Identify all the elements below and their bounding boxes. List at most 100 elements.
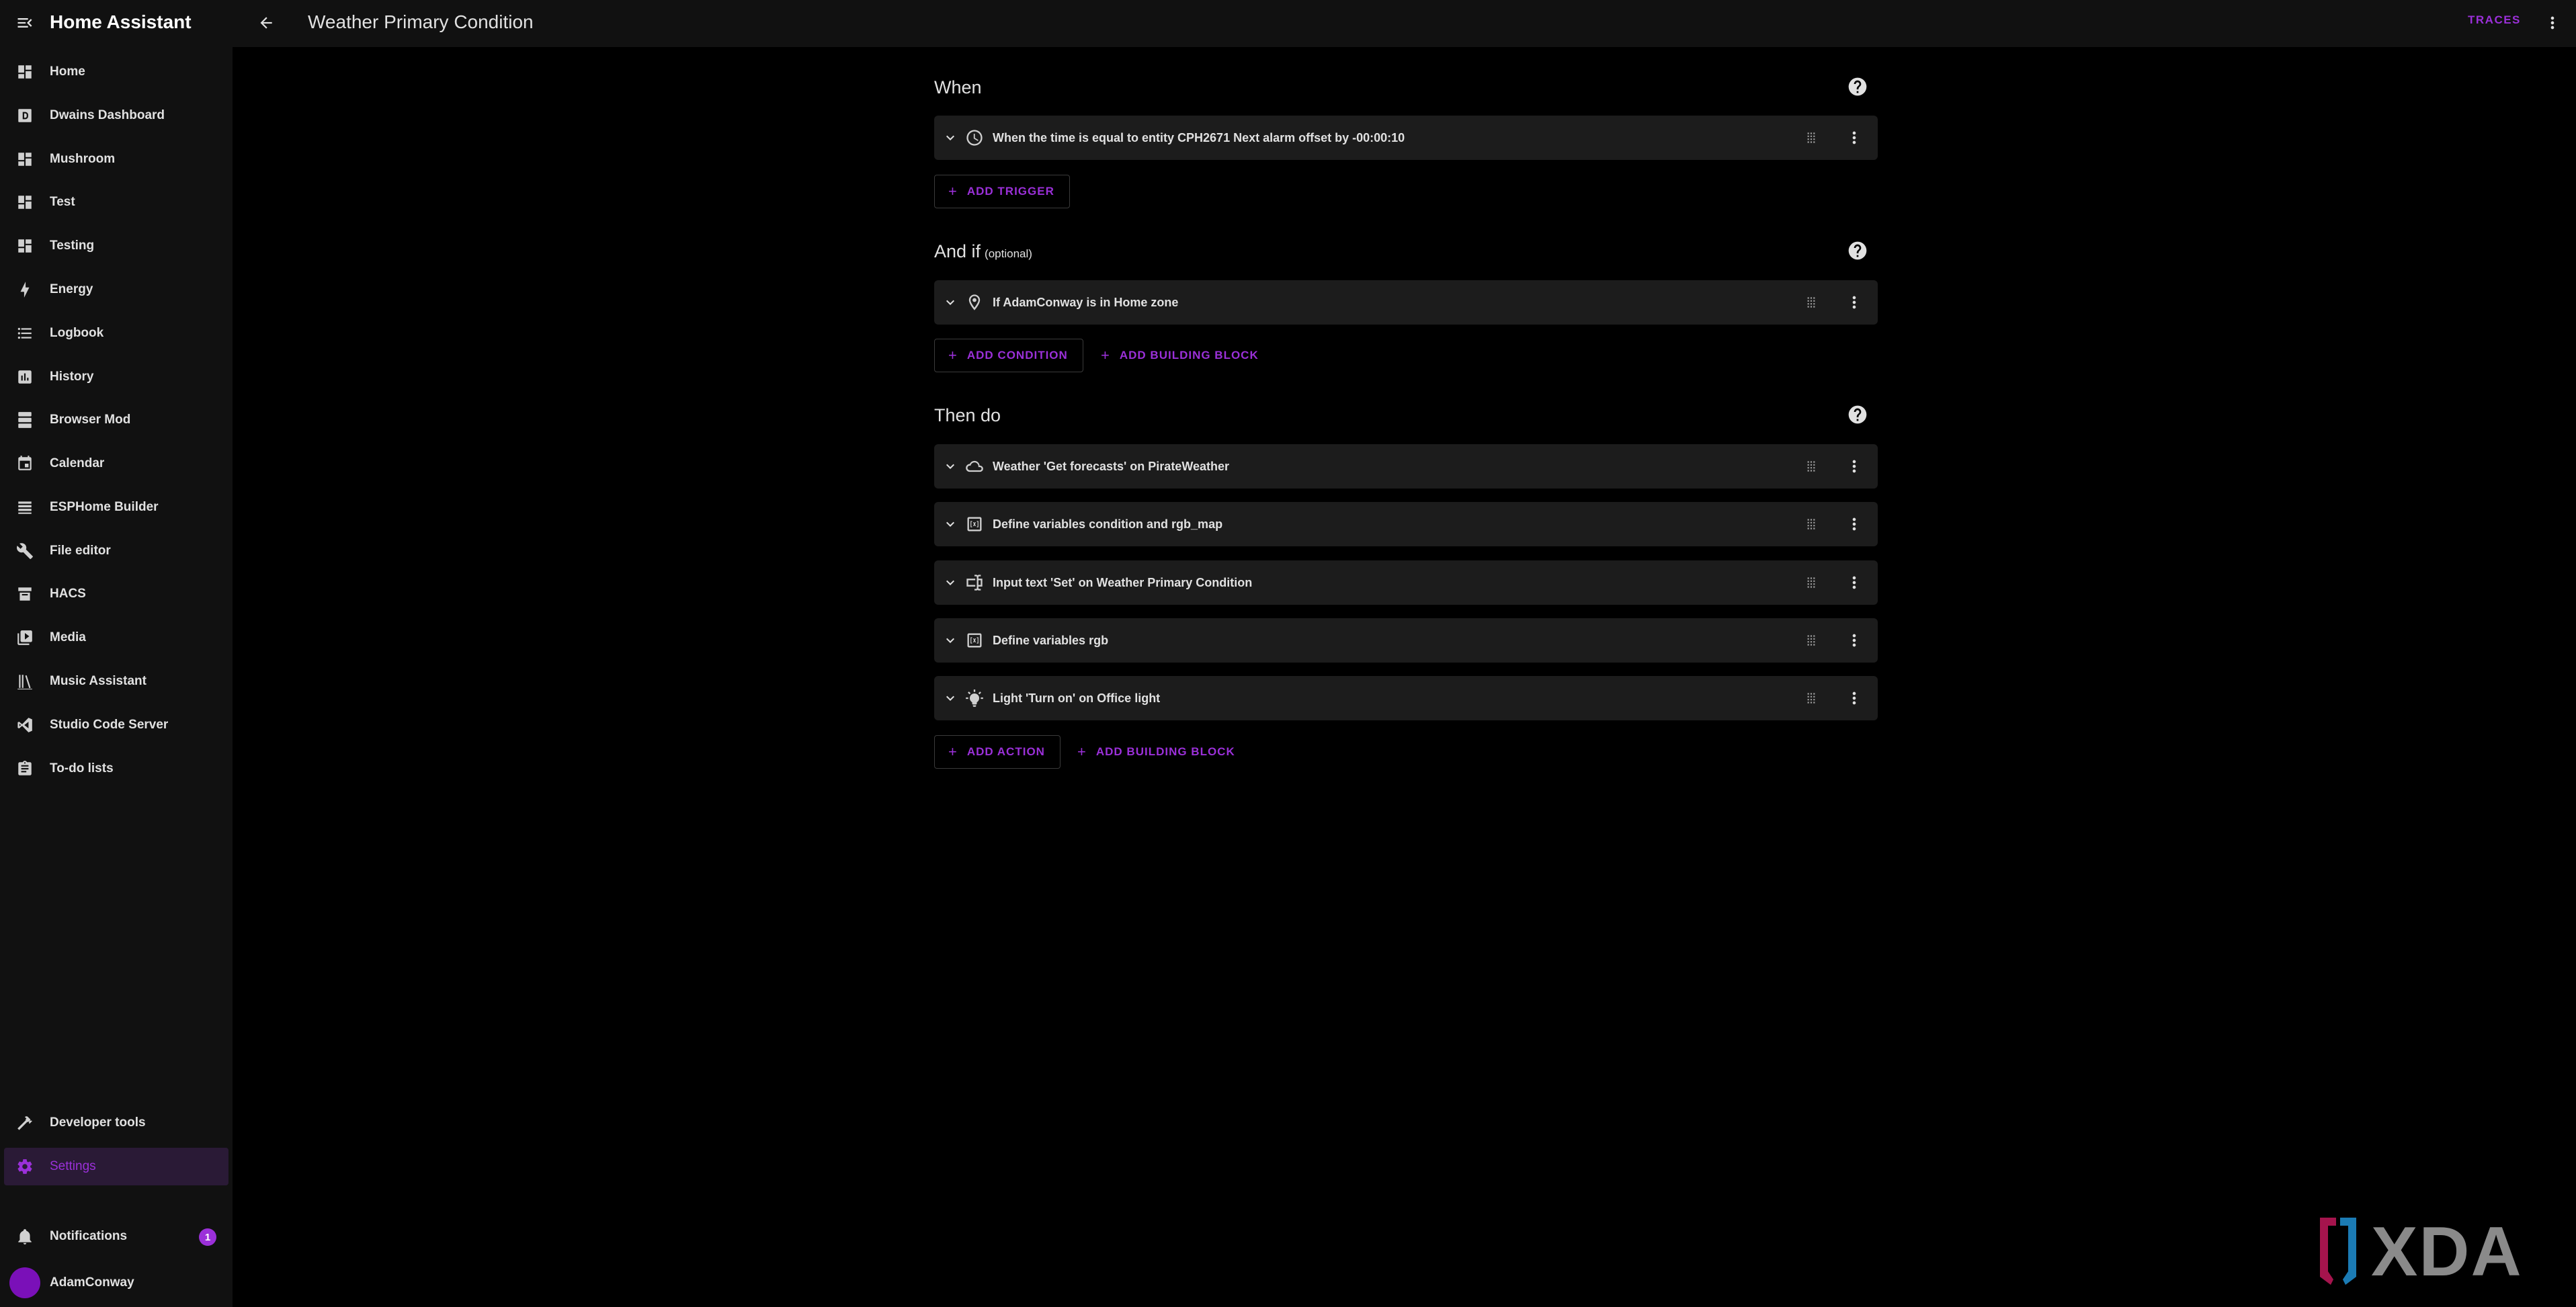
add-action-button[interactable]: + ADD ACTION <box>934 735 1061 769</box>
drag-handle-icon[interactable] <box>1802 632 1820 649</box>
add-condition-button[interactable]: + ADD CONDITION <box>934 339 1083 372</box>
sidebar-item-todo-lists[interactable]: To-do lists <box>0 750 233 788</box>
chevron-down-icon[interactable] <box>942 632 958 648</box>
action-card[interactable]: Define variables rgb <box>934 618 1878 663</box>
variable-box-icon <box>967 517 982 532</box>
menu-open-icon <box>17 18 32 28</box>
drag-handle-icon[interactable] <box>1802 689 1820 707</box>
sidebar-item-energy[interactable]: Energy <box>0 271 233 308</box>
sidebar-item-developer-tools[interactable]: Developer tools <box>0 1104 233 1142</box>
calendar-icon <box>18 456 32 470</box>
drag-handle-icon[interactable] <box>1802 129 1820 146</box>
sidebar-item-label: Dwains Dashboard <box>50 108 165 122</box>
sidebar-header: Home Assistant <box>0 0 233 46</box>
xda-watermark-logo: XDA <box>2320 1213 2523 1288</box>
dots-vertical-icon[interactable] <box>1845 573 1864 592</box>
chevron-down-icon[interactable] <box>942 516 958 532</box>
sidebar-item-label: Media <box>50 630 86 644</box>
drag-handle-icon[interactable] <box>1802 294 1820 311</box>
dots-vertical-icon[interactable] <box>1845 515 1864 534</box>
sidebar-item-settings[interactable]: Settings <box>4 1148 228 1185</box>
action-label: Light 'Turn on' on Office light <box>993 691 1161 705</box>
menu-toggle-button[interactable] <box>13 11 36 34</box>
action-label: Define variables condition and rgb_map <box>993 517 1223 531</box>
plus-icon: + <box>948 183 958 200</box>
help-circle-icon[interactable] <box>1847 76 1868 97</box>
action-card[interactable]: Weather 'Get forecasts' on PirateWeather <box>934 444 1878 489</box>
condition-card[interactable]: If AdamConway is in Home zone <box>934 280 1878 325</box>
sidebar-item-label: Energy <box>50 282 93 296</box>
sidebar-item-music-assistant[interactable]: Music Assistant <box>0 663 233 700</box>
drag-handle-icon[interactable] <box>1802 458 1820 475</box>
dashboard-d-icon <box>18 109 32 122</box>
app-title: Home Assistant <box>50 11 192 32</box>
sidebar-item-dwains-dashboard[interactable]: Dwains Dashboard <box>0 97 233 134</box>
overflow-menu-button[interactable] <box>2540 11 2565 35</box>
optional-hint: (optional) <box>985 247 1032 260</box>
sidebar-item-label: File editor <box>50 544 111 558</box>
sidebar-item-history[interactable]: History <box>0 358 233 396</box>
arrow-left-icon <box>260 17 272 29</box>
action-card[interactable]: Define variables condition and rgb_map <box>934 502 1878 546</box>
sidebar-item-studio-code-server[interactable]: Studio Code Server <box>0 706 233 744</box>
chevron-down-icon[interactable] <box>942 690 958 706</box>
chevron-down-icon[interactable] <box>942 294 958 310</box>
sidebar-item-label: Browser Mod <box>50 413 131 427</box>
trigger-card[interactable]: When the time is equal to entity CPH2671… <box>934 116 1878 160</box>
add-trigger-button[interactable]: + ADD TRIGGER <box>934 175 1070 208</box>
sidebar: Home Assistant Home Dwains Dashboard Mus… <box>0 0 233 1307</box>
dots-vertical-icon <box>2550 16 2554 30</box>
sidebar-item-notifications[interactable]: Notifications 1 <box>0 1218 233 1255</box>
dashboard-icon <box>18 196 32 209</box>
sidebar-item-user-profile[interactable]: AdamConway <box>0 1261 233 1304</box>
sidebar-item-label: Calendar <box>50 456 105 470</box>
sidebar-item-testing[interactable]: Testing <box>0 227 233 265</box>
add-trigger-label: ADD TRIGGER <box>966 185 1054 198</box>
dots-vertical-icon[interactable] <box>1845 457 1864 476</box>
add-building-block-button[interactable]: + ADD BUILDING BLOCK <box>1077 735 1235 769</box>
plus-icon: + <box>948 347 958 364</box>
sidebar-item-label: History <box>50 370 94 384</box>
back-button[interactable] <box>254 11 278 35</box>
sidebar-item-label: Settings <box>50 1159 96 1173</box>
xda-watermark-text: XDA <box>2371 1213 2523 1288</box>
sidebar-item-hacs[interactable]: HACS <box>0 575 233 613</box>
sidebar-item-esphome-builder[interactable]: ESPHome Builder <box>0 489 233 526</box>
chevron-down-icon[interactable] <box>942 575 958 591</box>
sidebar-item-test[interactable]: Test <box>0 183 233 221</box>
sidebar-item-home[interactable]: Home <box>0 53 233 91</box>
action-card[interactable]: Input text 'Set' on Weather Primary Cond… <box>934 560 1878 605</box>
dots-vertical-icon[interactable] <box>1845 689 1864 708</box>
dots-vertical-icon[interactable] <box>1845 293 1864 312</box>
drag-handle-icon[interactable] <box>1802 574 1820 591</box>
notification-count-badge: 1 <box>199 1228 216 1246</box>
sidebar-item-logbook[interactable]: Logbook <box>0 314 233 352</box>
dashboard-icon <box>18 239 32 253</box>
sidebar-item-browser-mod[interactable]: Browser Mod <box>0 401 233 439</box>
add-building-block-button[interactable]: + ADD BUILDING BLOCK <box>1101 339 1259 372</box>
variable-box-icon <box>967 633 982 648</box>
action-label: Weather 'Get forecasts' on PirateWeather <box>993 460 1230 473</box>
plus-icon: + <box>1101 347 1110 364</box>
help-circle-icon[interactable] <box>1847 240 1868 261</box>
action-label: Define variables rgb <box>993 634 1109 647</box>
help-circle-icon[interactable] <box>1847 404 1868 425</box>
and-if-title: And if <box>934 241 981 261</box>
traces-button[interactable]: TRACES <box>2468 13 2521 27</box>
chevron-down-icon[interactable] <box>942 458 958 474</box>
sidebar-item-label: Logbook <box>50 326 104 340</box>
layers-icon <box>18 501 32 514</box>
dots-vertical-icon[interactable] <box>1845 631 1864 650</box>
sidebar-item-label: Notifications <box>50 1229 128 1243</box>
drag-handle-icon[interactable] <box>1802 515 1820 533</box>
chevron-down-icon[interactable] <box>942 130 958 146</box>
sidebar-item-label: Test <box>50 195 75 209</box>
sidebar-item-calendar[interactable]: Calendar <box>0 445 233 482</box>
dots-vertical-icon[interactable] <box>1845 128 1864 147</box>
sidebar-item-file-editor[interactable]: File editor <box>0 532 233 570</box>
action-card[interactable]: Light 'Turn on' on Office light <box>934 676 1878 720</box>
sidebar-item-media[interactable]: Media <box>0 619 233 657</box>
sidebar-item-label: HACS <box>50 587 86 601</box>
gear-icon <box>17 1159 32 1174</box>
sidebar-item-mushroom[interactable]: Mushroom <box>0 140 233 178</box>
